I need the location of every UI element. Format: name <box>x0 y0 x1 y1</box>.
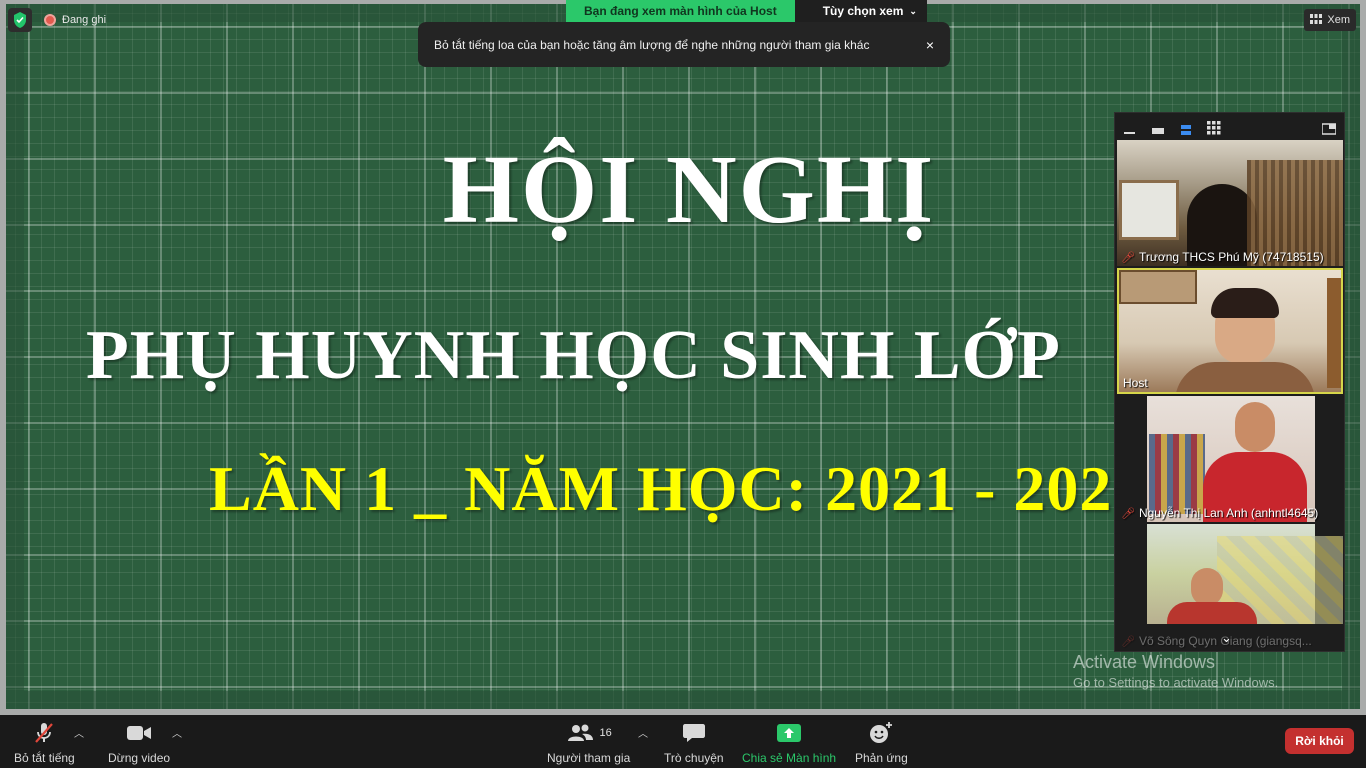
wall-frame <box>1119 270 1197 304</box>
reactions-button[interactable]: Phản ứng <box>855 721 908 765</box>
reaction-smiley-icon <box>868 721 894 745</box>
activate-windows-watermark: Activate Windows Go to Settings to activ… <box>1073 652 1278 690</box>
participant-name-text: Host <box>1123 376 1148 390</box>
participants-icon <box>567 724 593 741</box>
participant-name: Host <box>1123 376 1148 390</box>
recording-label: Đang ghi <box>62 14 107 26</box>
participants-count: 16 <box>599 727 612 739</box>
participants-options-caret[interactable]: ︿ <box>638 725 648 740</box>
security-shield-icon[interactable] <box>8 8 32 32</box>
audio-options-caret[interactable]: ︿ <box>74 725 84 740</box>
close-icon[interactable]: × <box>926 37 934 53</box>
participant-name-text: Nguyễn Thị Lan Anh (anhntl4645) <box>1138 506 1319 520</box>
participant-tile[interactable]: 🎤︎ Trương THCS Phú Mỹ (74718515) <box>1117 140 1343 266</box>
minimize-icon[interactable] <box>1123 122 1137 134</box>
video-options-caret[interactable]: ︿ <box>172 725 182 740</box>
leave-meeting-button[interactable]: Rời khỏi <box>1285 728 1354 754</box>
recording-dot-icon <box>44 14 56 26</box>
participant-tile[interactable]: 🎤︎ Võ Sông Quyn Giang (giangsq... ⌄ <box>1117 524 1343 650</box>
video-camera-icon <box>126 721 152 745</box>
view-options-label: Tùy chọn xem <box>822 4 904 18</box>
chat-button[interactable]: Trò chuyện <box>664 721 724 765</box>
participant-shirt <box>1167 602 1257 624</box>
view-layout-button[interactable]: Xem <box>1304 9 1356 31</box>
chat-bubble-icon <box>682 721 706 745</box>
gallery-view-icon[interactable] <box>1207 120 1221 134</box>
viewing-share-banner: Bạn đang xem màn hình của Host Tùy chọn … <box>566 0 927 22</box>
stop-video-button[interactable]: Dừng video <box>108 721 170 765</box>
participant-shoulders <box>1175 362 1315 392</box>
stop-video-label: Dừng video <box>108 751 171 765</box>
activate-windows-subtitle: Go to Settings to activate Windows. <box>1073 675 1279 690</box>
zoom-meeting-window: HỘI NGHỊ PHỤ HUYNH HỌC SINH LỚP LẦN 1 _ … <box>0 0 1366 768</box>
participant-face <box>1191 568 1223 606</box>
chevron-down-icon: ⌄ <box>909 5 917 16</box>
clothes-rack <box>1149 434 1205 514</box>
participant-name: 🎤︎ Nguyễn Thị Lan Anh (anhntl4645) <box>1121 506 1318 520</box>
recording-indicator[interactable]: Đang ghi <box>40 9 114 31</box>
activate-windows-title: Activate Windows <box>1073 652 1216 672</box>
slide-title-text: HỘI NGHỊ <box>442 136 936 244</box>
chat-label: Trò chuyện <box>664 751 724 765</box>
meeting-controls-toolbar: Bỏ tắt tiếng ︿ Dừng video ︿ 16 Người tha… <box>0 715 1366 768</box>
video-panel-toolbar <box>1115 113 1344 140</box>
participant-tile[interactable]: 🎤︎ Nguyễn Thị Lan Anh (anhntl4645) <box>1117 396 1343 522</box>
participant-hair <box>1211 288 1279 318</box>
participant-name-text: Trương THCS Phú Mỹ (74718515) <box>1138 250 1324 264</box>
video-panel: 🎤︎ Trương THCS Phú Mỹ (74718515) Host 🎤︎ <box>1114 112 1345 652</box>
view-layout-label: Xem <box>1327 14 1350 26</box>
share-screen-icon <box>777 721 802 745</box>
mic-muted-icon: 🎤︎ <box>1121 507 1135 520</box>
share-screen-button[interactable]: Chia sẻ Màn hình <box>742 721 836 765</box>
grid-view-icon <box>1310 13 1323 27</box>
participant-name: 🎤︎ Trương THCS Phú Mỹ (74718515) <box>1121 250 1324 264</box>
slide-session-year: LẦN 1 _ NĂM HỌC: 2021 - 202 <box>209 453 1113 524</box>
mic-muted-icon: 🎤︎ <box>1121 251 1135 264</box>
view-options-button[interactable]: Tùy chọn xem ⌄ <box>794 0 927 22</box>
window-background <box>1119 180 1179 240</box>
exit-fullscreen-icon[interactable] <box>1321 122 1337 135</box>
mic-off-icon <box>32 721 56 745</box>
chevron-down-icon[interactable]: ⌄ <box>1221 630 1232 646</box>
mic-muted-icon: 🎤︎ <box>1121 635 1135 648</box>
strip-view-icon[interactable] <box>1179 122 1193 135</box>
participant-name: 🎤︎ Võ Sông Quyn Giang (giangsq... <box>1121 634 1312 648</box>
audio-notification-toast: Bỏ tắt tiếng loa của bạn hoặc tăng âm lư… <box>418 22 950 67</box>
participant-face <box>1235 402 1275 452</box>
single-video-icon[interactable] <box>1151 122 1165 134</box>
viewing-status: Bạn đang xem màn hình của Host <box>566 0 795 22</box>
reactions-label: Phản ứng <box>855 751 908 765</box>
door-frame <box>1327 278 1341 388</box>
toast-message: Bỏ tắt tiếng loa của bạn hoặc tăng âm lư… <box>434 37 870 52</box>
participants-label: Người tham gia <box>547 751 631 765</box>
share-screen-label: Chia sẻ Màn hình <box>742 751 837 765</box>
unmute-label: Bỏ tắt tiếng <box>14 751 75 765</box>
participants-icon-wrap: 16 <box>566 721 612 745</box>
participant-tile-active[interactable]: Host <box>1117 268 1343 394</box>
slide-subtitle: PHỤ HUYNH HỌC SINH LỚP <box>86 317 1061 394</box>
participants-button[interactable]: 16 Người tham gia <box>547 721 630 765</box>
unmute-button[interactable]: Bỏ tắt tiếng <box>14 721 75 765</box>
